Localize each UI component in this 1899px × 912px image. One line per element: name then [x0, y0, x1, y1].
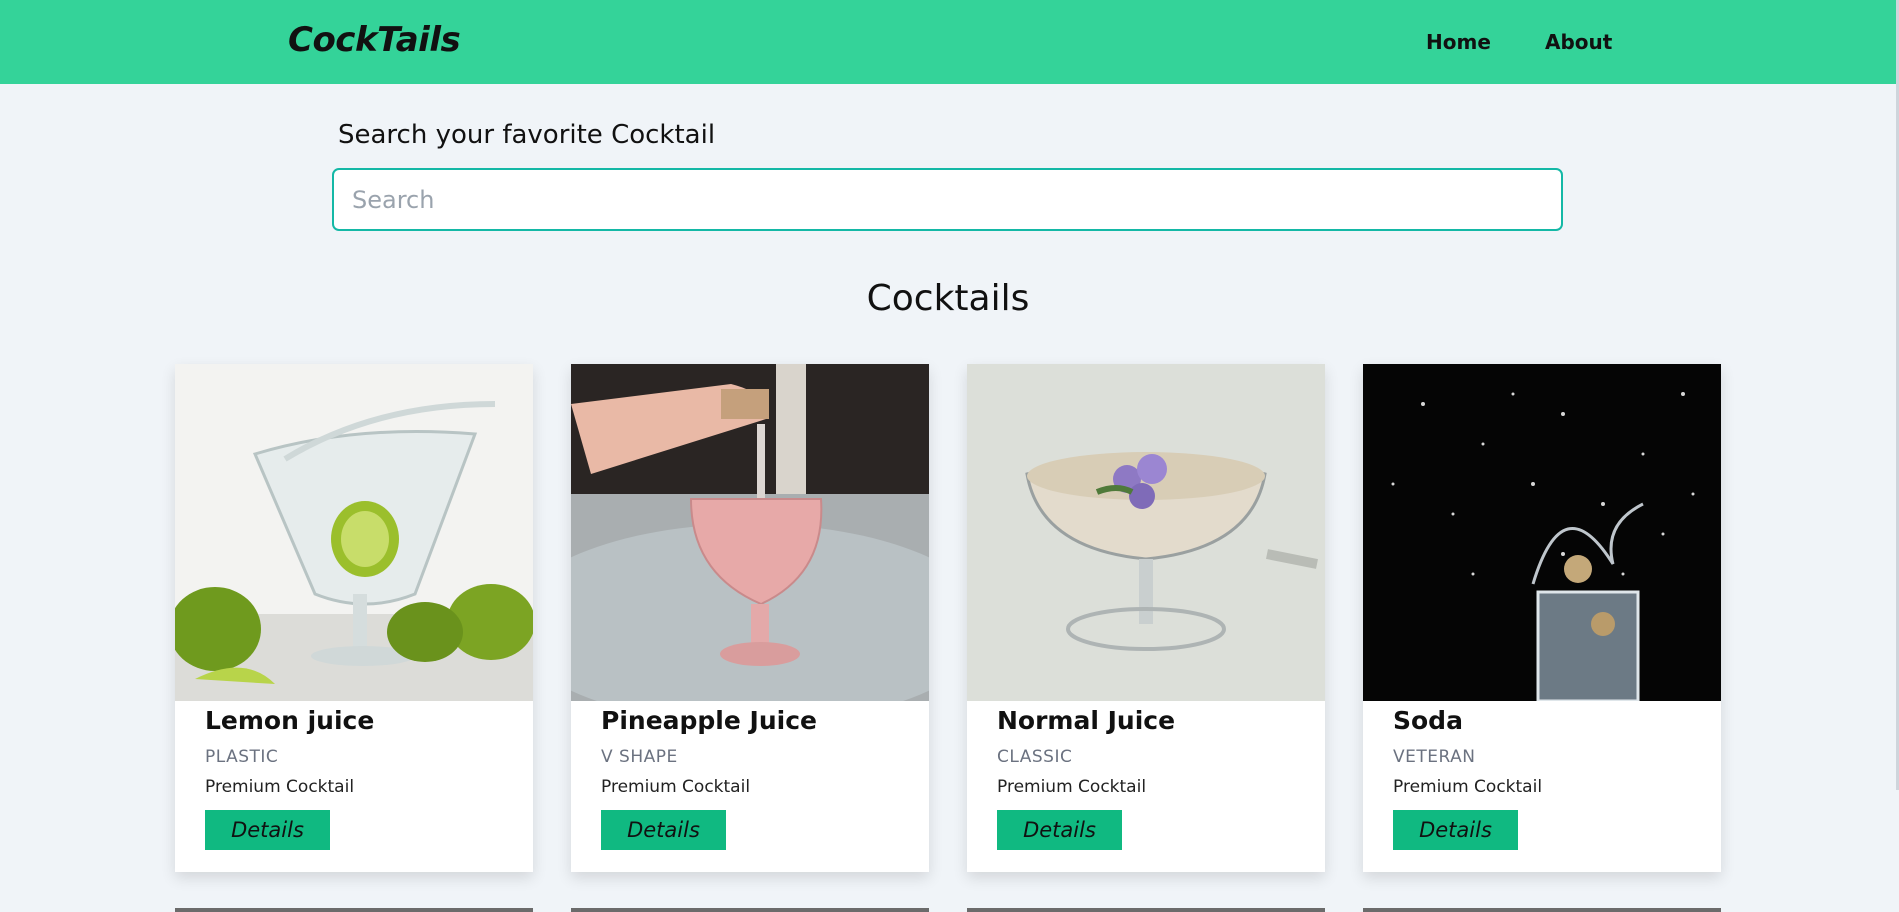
cocktail-name: Pineapple Juice	[601, 706, 817, 735]
nav-link-about[interactable]: About	[1545, 30, 1612, 54]
search-input[interactable]	[332, 168, 1563, 231]
cocktail-name: Soda	[1393, 706, 1463, 735]
coupe-drink-photo	[967, 364, 1325, 701]
cocktail-glass: PLASTIC	[205, 747, 279, 767]
cocktail-card: Lemon juice PLASTIC Premium Cocktail Det…	[175, 364, 533, 872]
cocktail-card-partial	[1363, 908, 1721, 912]
cocktail-name: Lemon juice	[205, 706, 375, 735]
cocktail-info: Premium Cocktail	[997, 777, 1147, 797]
details-button[interactable]: Details	[205, 810, 330, 850]
cocktail-info: Premium Cocktail	[601, 777, 751, 797]
cocktail-glass: CLASSIC	[997, 747, 1073, 767]
lemon-drink-photo	[175, 364, 533, 701]
cocktail-card: Soda VETERAN Premium Cocktail Details	[1363, 364, 1721, 872]
cocktail-card-partial	[571, 908, 929, 912]
cocktail-info: Premium Cocktail	[1393, 777, 1543, 797]
navbar: CockTails Home About	[0, 0, 1899, 84]
search-label: Search your favorite Cocktail	[338, 120, 716, 150]
cocktail-glass: V SHAPE	[601, 747, 678, 767]
pink-drink-photo	[571, 364, 929, 701]
details-button[interactable]: Details	[997, 810, 1122, 850]
cocktail-info: Premium Cocktail	[205, 777, 355, 797]
details-button[interactable]: Details	[601, 810, 726, 850]
cocktail-image[interactable]	[175, 364, 533, 701]
cocktail-name: Normal Juice	[997, 706, 1176, 735]
soda-splash-photo	[1363, 364, 1721, 701]
cocktail-image[interactable]	[967, 364, 1325, 701]
nav-link-home[interactable]: Home	[1426, 30, 1491, 54]
cocktail-image[interactable]	[571, 364, 929, 701]
cocktail-glass: VETERAN	[1393, 747, 1476, 767]
section-title: Cocktails	[866, 278, 1030, 319]
details-button[interactable]: Details	[1393, 810, 1518, 850]
cocktail-card: Pineapple Juice V SHAPE Premium Cocktail…	[571, 364, 929, 872]
cocktail-card-partial	[175, 908, 533, 912]
cocktail-card-partial	[967, 908, 1325, 912]
cocktail-image[interactable]	[1363, 364, 1721, 701]
brand-logo[interactable]: CockTails	[288, 20, 461, 60]
cocktail-card: Normal Juice CLASSIC Premium Cocktail De…	[967, 364, 1325, 872]
